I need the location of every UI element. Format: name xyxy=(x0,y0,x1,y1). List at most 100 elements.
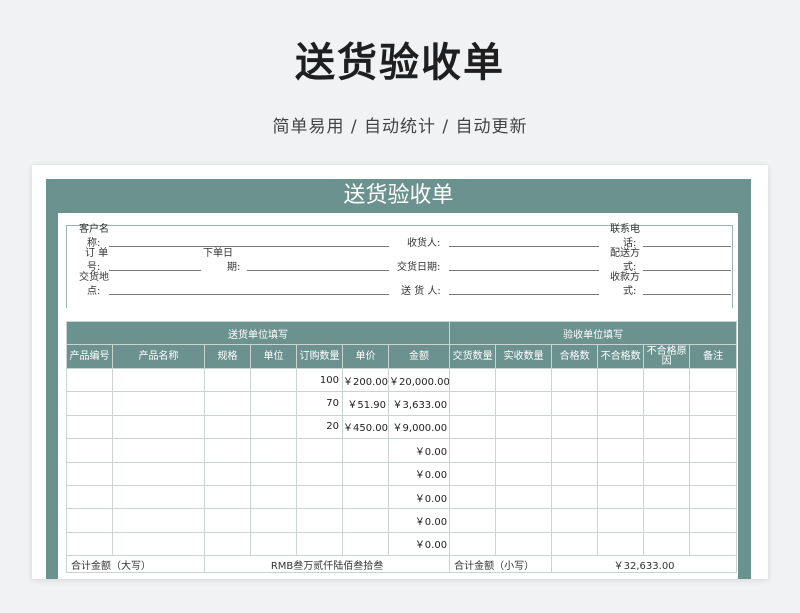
table-cell[interactable] xyxy=(689,391,738,416)
amount-cell[interactable]: ￥0.00 xyxy=(387,508,451,533)
table-cell[interactable] xyxy=(66,414,113,440)
table-cell[interactable] xyxy=(551,531,599,557)
phone-field[interactable] xyxy=(643,246,731,247)
table-cell[interactable] xyxy=(204,508,251,533)
table-cell[interactable] xyxy=(250,484,297,510)
table-cell[interactable] xyxy=(551,508,599,533)
order-qty-cell[interactable]: 70 xyxy=(296,391,343,416)
table-cell[interactable] xyxy=(112,508,205,533)
table-cell[interactable] xyxy=(495,461,553,486)
table-cell[interactable] xyxy=(495,531,553,557)
table-cell[interactable] xyxy=(597,414,645,440)
table-cell[interactable] xyxy=(643,531,691,557)
delivery-date-field[interactable] xyxy=(449,270,599,271)
order-date-field[interactable] xyxy=(247,270,389,271)
table-cell[interactable] xyxy=(112,438,205,463)
table-cell[interactable] xyxy=(204,391,251,416)
table-cell[interactable] xyxy=(551,484,599,510)
amount-cell[interactable]: ￥0.00 xyxy=(387,438,451,463)
table-cell[interactable] xyxy=(204,438,251,463)
table-cell[interactable] xyxy=(495,508,553,533)
order-qty-cell[interactable] xyxy=(296,461,343,486)
table-cell[interactable] xyxy=(597,461,645,486)
address-field[interactable] xyxy=(109,294,389,295)
table-cell[interactable] xyxy=(449,508,497,533)
amount-cell[interactable]: ￥3,633.00 xyxy=(387,391,451,416)
table-cell[interactable] xyxy=(66,438,113,463)
table-cell[interactable] xyxy=(250,367,297,393)
table-cell[interactable] xyxy=(449,367,497,393)
table-cell[interactable] xyxy=(449,531,497,557)
table-cell[interactable] xyxy=(643,508,691,533)
unit-price-cell[interactable] xyxy=(342,508,389,533)
table-cell[interactable] xyxy=(112,461,205,486)
table-cell[interactable] xyxy=(689,508,738,533)
table-cell[interactable] xyxy=(643,391,691,416)
table-cell[interactable] xyxy=(112,484,205,510)
table-cell[interactable] xyxy=(250,461,297,486)
order-no-field[interactable] xyxy=(109,270,201,271)
table-cell[interactable] xyxy=(597,531,645,557)
amount-cell[interactable]: ￥0.00 xyxy=(387,461,451,486)
table-cell[interactable] xyxy=(551,367,599,393)
table-cell[interactable] xyxy=(643,414,691,440)
order-qty-cell[interactable] xyxy=(296,531,343,557)
table-cell[interactable] xyxy=(597,508,645,533)
table-cell[interactable] xyxy=(66,484,113,510)
table-cell[interactable] xyxy=(551,414,599,440)
table-cell[interactable] xyxy=(449,414,497,440)
table-cell[interactable] xyxy=(551,461,599,486)
table-cell[interactable] xyxy=(66,367,113,393)
table-cell[interactable] xyxy=(495,484,553,510)
order-qty-cell[interactable] xyxy=(296,438,343,463)
unit-price-cell[interactable] xyxy=(342,484,389,510)
table-cell[interactable] xyxy=(250,531,297,557)
table-cell[interactable] xyxy=(250,414,297,440)
unit-price-cell[interactable] xyxy=(342,461,389,486)
table-cell[interactable] xyxy=(204,414,251,440)
table-cell[interactable] xyxy=(449,438,497,463)
receiver-field[interactable] xyxy=(449,246,599,247)
unit-price-cell[interactable] xyxy=(342,531,389,557)
table-cell[interactable] xyxy=(689,438,738,463)
table-cell[interactable] xyxy=(66,461,113,486)
table-cell[interactable] xyxy=(495,367,553,393)
shipping-field[interactable] xyxy=(643,270,731,271)
unit-price-cell[interactable] xyxy=(342,438,389,463)
table-cell[interactable] xyxy=(449,484,497,510)
order-qty-cell[interactable]: 100 xyxy=(296,367,343,393)
table-cell[interactable] xyxy=(689,484,738,510)
table-cell[interactable] xyxy=(112,414,205,440)
table-cell[interactable] xyxy=(597,391,645,416)
table-cell[interactable] xyxy=(551,438,599,463)
table-cell[interactable] xyxy=(66,531,113,557)
table-cell[interactable] xyxy=(449,461,497,486)
unit-price-cell[interactable]: ￥200.00 xyxy=(342,367,389,393)
unit-price-cell[interactable]: ￥450.00 xyxy=(342,414,389,440)
table-cell[interactable] xyxy=(495,391,553,416)
amount-cell[interactable]: ￥0.00 xyxy=(387,484,451,510)
amount-cell[interactable]: ￥20,000.00 xyxy=(387,367,451,393)
customer-field[interactable] xyxy=(109,246,389,247)
table-cell[interactable] xyxy=(643,367,691,393)
table-cell[interactable] xyxy=(204,461,251,486)
table-cell[interactable] xyxy=(250,438,297,463)
table-cell[interactable] xyxy=(495,414,553,440)
table-cell[interactable] xyxy=(250,508,297,533)
table-cell[interactable] xyxy=(689,461,738,486)
table-cell[interactable] xyxy=(551,391,599,416)
table-cell[interactable] xyxy=(204,484,251,510)
table-cell[interactable] xyxy=(689,531,738,557)
table-cell[interactable] xyxy=(204,531,251,557)
table-cell[interactable] xyxy=(449,391,497,416)
table-cell[interactable] xyxy=(250,391,297,416)
table-cell[interactable] xyxy=(204,367,251,393)
order-qty-cell[interactable]: 20 xyxy=(296,414,343,440)
table-cell[interactable] xyxy=(597,484,645,510)
table-cell[interactable] xyxy=(66,391,113,416)
table-cell[interactable] xyxy=(495,438,553,463)
table-cell[interactable] xyxy=(689,367,738,393)
table-cell[interactable] xyxy=(112,531,205,557)
unit-price-cell[interactable]: ￥51.90 xyxy=(342,391,389,416)
table-cell[interactable] xyxy=(643,461,691,486)
